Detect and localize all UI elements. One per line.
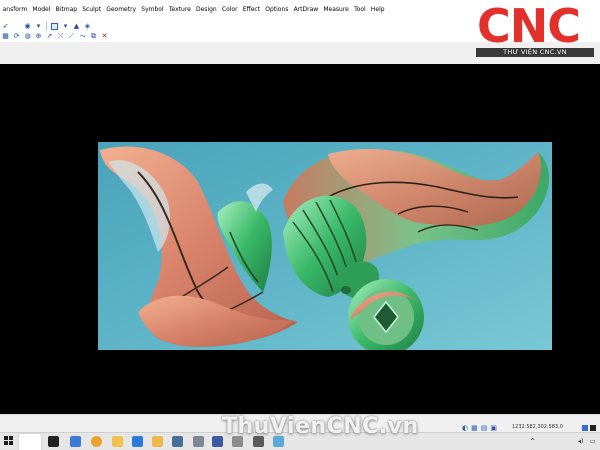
network-icon[interactable] [172,436,183,447]
color-swatch[interactable] [582,425,588,431]
menu-tool[interactable]: Tool [351,0,368,20]
grid-tool-icon[interactable]: ▦ [1,32,10,41]
watermark-text: ThuVienCNC.vn [222,414,419,439]
cnc-logo: CNC THƯ VIỆN CNC.VN [468,0,596,58]
menu-design[interactable]: Design [193,0,219,20]
menu-symbol[interactable]: Symbol [139,0,167,20]
coordinate-readout: 1232.582,302.583,0 [512,424,563,430]
notification-icon[interactable]: ▭ [590,438,596,445]
menu-color[interactable]: Color [219,0,240,20]
sphere-tool-icon[interactable]: ◍ [23,32,32,41]
task-view-icon[interactable] [70,436,81,447]
color-swatch-dark[interactable] [590,425,596,431]
cnc-software-window: ansform Model Bitmap Sculpt Geometry Sym… [0,0,600,450]
snap-icon[interactable]: ◐ [462,425,468,432]
layer-icon[interactable]: ▤ [481,425,488,432]
app-icon[interactable] [193,436,204,447]
globe-tool-icon[interactable]: ⊕ [34,32,43,41]
branch-tool-icon[interactable]: ⤳ [78,32,87,41]
app-icon[interactable] [152,436,163,447]
dropdown-arrow-icon[interactable]: ▾ [34,22,43,31]
relief-model-render [98,142,552,350]
node-tool-icon[interactable]: ⤫ [56,32,65,41]
menu-effect[interactable]: Effect [240,0,262,20]
volume-icon[interactable]: ◂) [578,438,583,445]
arrow-tool-icon[interactable]: ➚ [45,32,54,41]
menu-bitmap[interactable]: Bitmap [53,0,80,20]
menu-sculpt[interactable]: Sculpt [80,0,104,20]
window-tool-icon[interactable] [50,22,59,31]
menu-help[interactable]: Help [368,0,387,20]
pointer-tool-icon[interactable]: ➶ [1,22,10,31]
logo-subtitle: THƯ VIỆN CNC.VN [476,48,594,57]
dropdown-arrow-icon[interactable]: ▾ [61,22,70,31]
close-icon[interactable]: ✕ [100,32,109,41]
taskbar-search-input[interactable] [18,433,42,450]
menu-artdraw[interactable]: ArtDraw [291,0,321,20]
tray-chevron-icon[interactable]: ^ [530,438,535,445]
menu-measure[interactable]: Measure [321,0,352,20]
palette-tool-icon[interactable]: ◈ [83,22,92,31]
separator [12,22,21,31]
copy-tool-icon[interactable]: ⧉ [89,32,98,41]
menu-model[interactable]: Model [30,0,53,20]
search-icon[interactable] [48,436,59,447]
lock-icon[interactable]: ▣ [490,425,497,432]
logo-main-text: CNC [477,0,581,53]
status-icons: ◐ ▦ ▤ ▣ [462,425,497,432]
toolbar-row-2: ▦ ⟳ ◍ ⊕ ➚ ⤫ ⟋ ⤳ ⧉ ✕ [0,31,110,41]
menu-transform[interactable]: ansform [0,0,30,20]
windows-start-icon[interactable] [4,436,14,446]
folder-icon[interactable] [112,436,123,447]
relief-bud-dot [341,286,351,294]
menu-texture[interactable]: Texture [166,0,193,20]
rotate-tool-icon[interactable]: ⟳ [12,32,21,41]
edge-icon[interactable] [132,436,143,447]
eraser-tool-icon[interactable]: ▲ [72,22,81,31]
knife-tool-icon[interactable]: ⟋ [67,32,76,41]
grid-icon[interactable]: ▦ [471,425,478,432]
menu-options[interactable]: Options [263,0,291,20]
3d-viewport[interactable] [0,64,600,414]
separator [46,21,47,31]
view-tool-icon[interactable]: ◉ [23,22,32,31]
menu-geometry[interactable]: Geometry [104,0,139,20]
chrome-icon[interactable] [91,436,102,447]
